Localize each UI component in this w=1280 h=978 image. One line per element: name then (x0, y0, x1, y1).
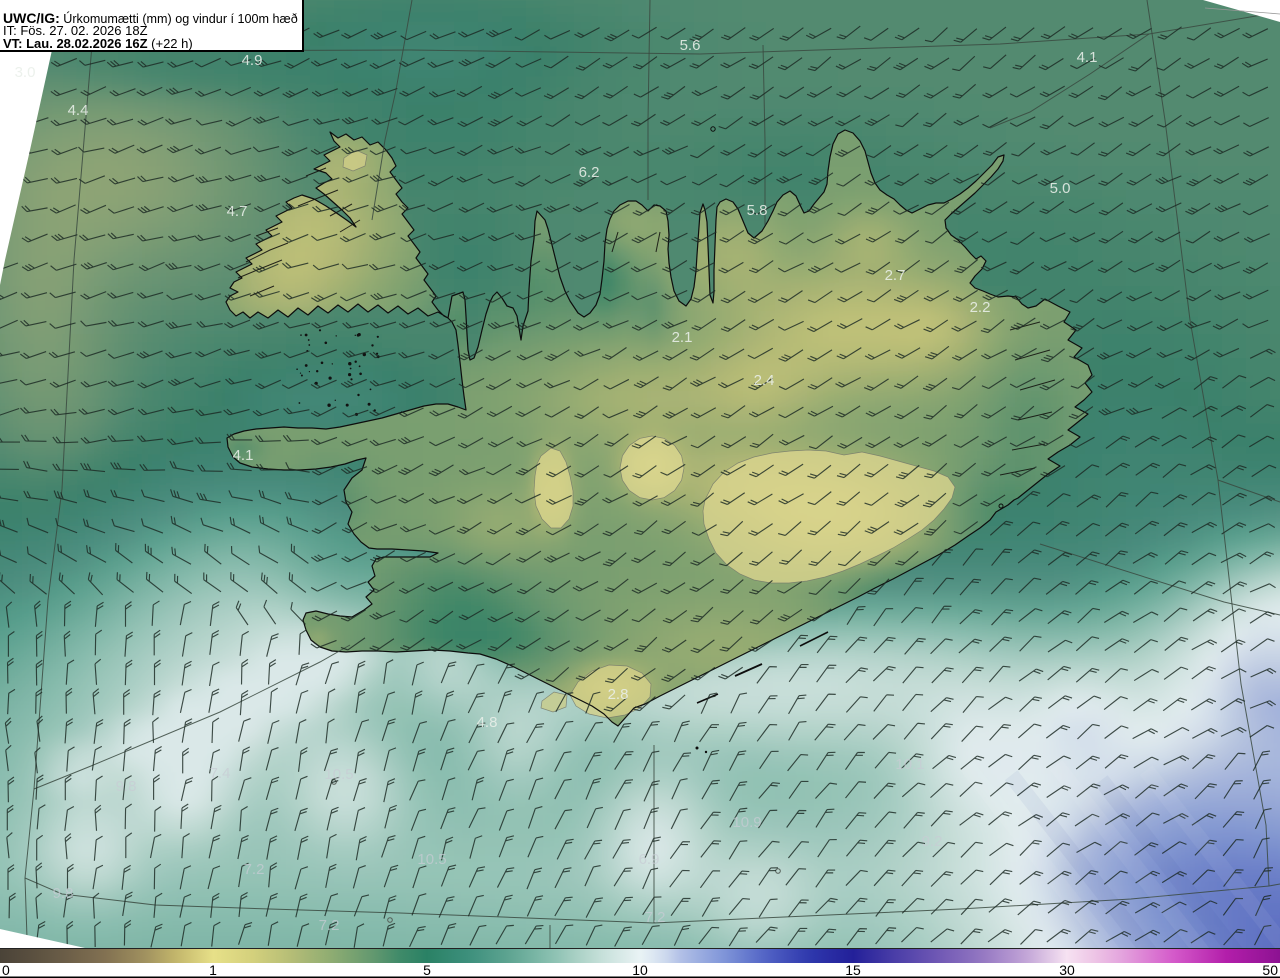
svg-text:10.1: 10.1 (895, 756, 924, 773)
svg-text:2.7: 2.7 (885, 267, 906, 284)
svg-text:7.4: 7.4 (210, 765, 231, 782)
svg-text:2.4: 2.4 (754, 372, 775, 389)
svg-text:30: 30 (1059, 962, 1075, 978)
svg-text:4.4: 4.4 (68, 102, 89, 119)
svg-text:2.2: 2.2 (970, 299, 991, 316)
svg-text:2.1: 2.1 (672, 329, 693, 346)
svg-text:4.1: 4.1 (1077, 49, 1098, 66)
svg-text:6.2: 6.2 (579, 164, 600, 181)
svg-text:4.9: 4.9 (242, 52, 263, 69)
svg-text:7.2: 7.2 (645, 909, 666, 926)
svg-text:5.6: 5.6 (680, 37, 701, 54)
svg-text:0: 0 (2, 962, 10, 978)
svg-text:7.2: 7.2 (244, 861, 265, 878)
svg-text:1: 1 (209, 962, 217, 978)
svg-text:10.5: 10.5 (324, 766, 353, 783)
svg-text:4.1: 4.1 (233, 447, 254, 464)
svg-text:5.8: 5.8 (747, 202, 768, 219)
svg-text:9.2: 9.2 (922, 833, 943, 850)
svg-text:6.9: 6.9 (639, 851, 660, 868)
svg-text:10.9: 10.9 (732, 814, 761, 831)
svg-text:2.8: 2.8 (608, 686, 629, 703)
svg-text:4.7: 4.7 (227, 203, 248, 220)
svg-text:15: 15 (845, 962, 861, 978)
svg-text:9.8: 9.8 (53, 885, 74, 902)
svg-text:7.2: 7.2 (319, 917, 340, 934)
svg-text:10.5: 10.5 (417, 851, 446, 868)
svg-text:4.8: 4.8 (477, 714, 498, 731)
svg-text:50: 50 (1262, 962, 1278, 978)
svg-text:10: 10 (632, 962, 648, 978)
svg-text:5.0: 5.0 (1050, 180, 1071, 197)
svg-text:5: 5 (423, 962, 431, 978)
svg-text:9.8: 9.8 (116, 778, 137, 795)
svg-text:3.0: 3.0 (15, 64, 36, 81)
